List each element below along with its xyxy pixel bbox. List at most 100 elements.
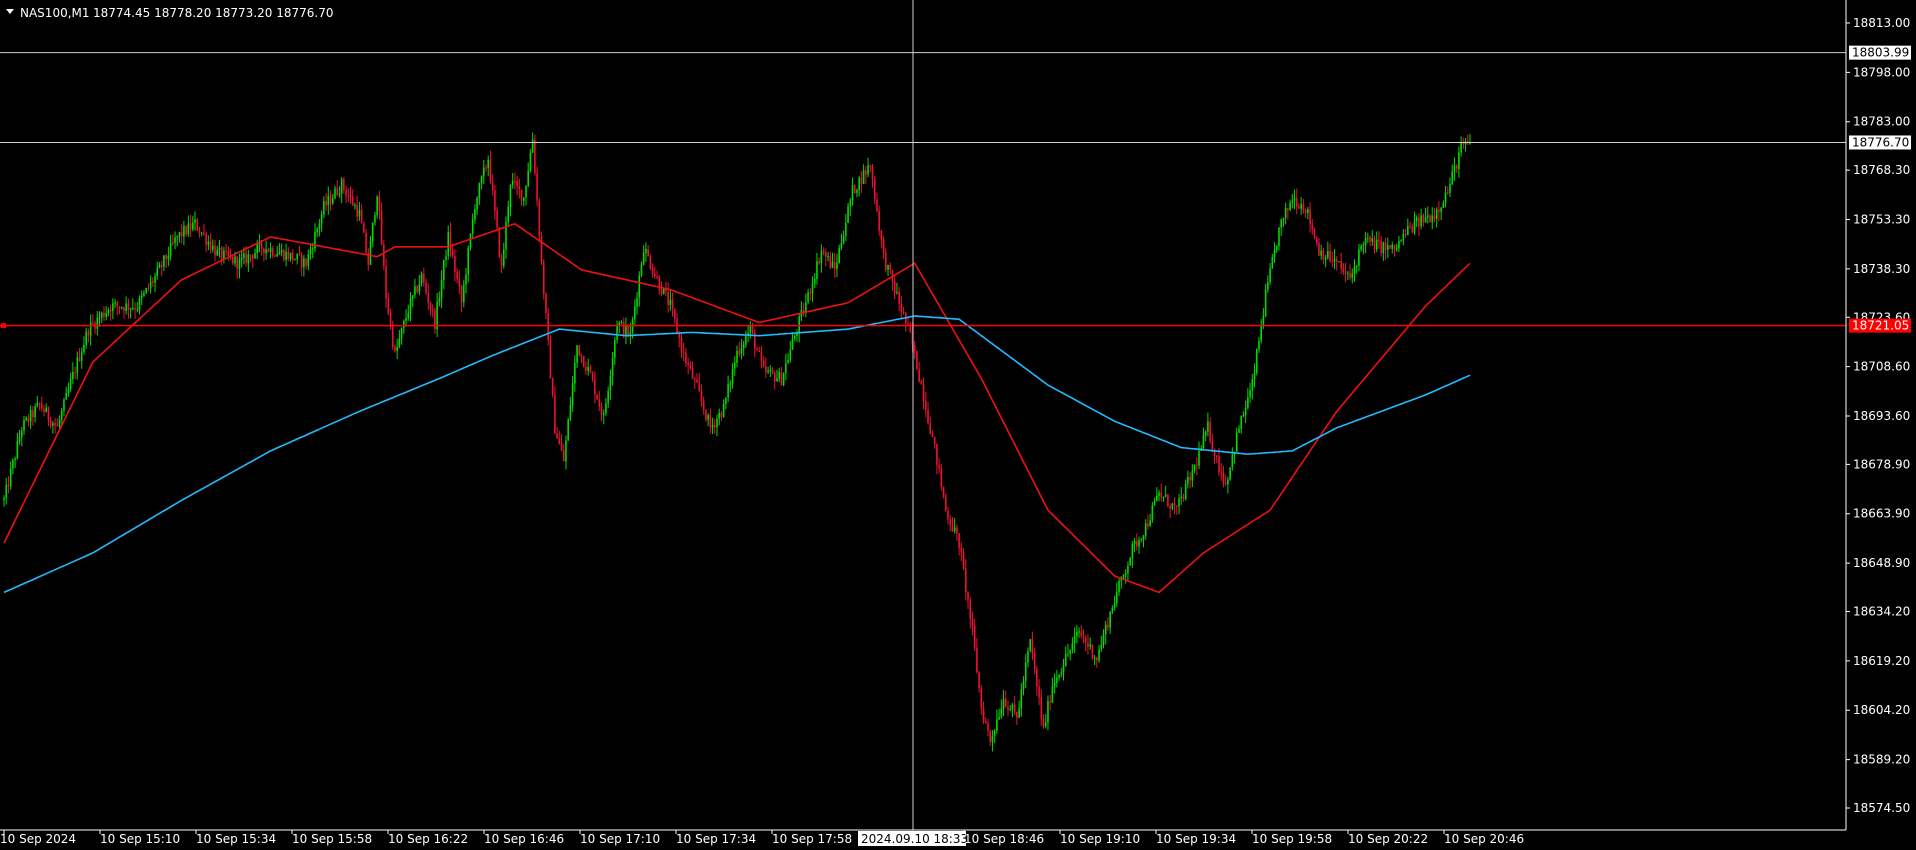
candle-body: [1449, 183, 1451, 194]
candle-body: [1402, 233, 1405, 241]
candle-body: [607, 390, 609, 404]
candle-body: [487, 159, 490, 168]
candle-body: [1389, 245, 1391, 249]
y-tick-label: 18574.50: [1853, 801, 1910, 815]
candle-body: [956, 527, 958, 534]
candle-body: [316, 228, 318, 232]
candle-body: [1360, 245, 1362, 250]
candle-body: [482, 167, 485, 177]
candle-body: [325, 201, 327, 206]
candle-body: [1007, 706, 1009, 710]
candle-body: [651, 268, 654, 274]
y-tick-label: 18604.20: [1853, 703, 1910, 717]
candle-body: [425, 282, 427, 293]
candle-body: [1340, 261, 1342, 269]
candle-body: [565, 440, 567, 462]
candle-body: [549, 339, 552, 379]
candle-body: [163, 255, 165, 268]
candle-body: [460, 286, 463, 303]
y-tick-label: 18768.30: [1853, 163, 1910, 177]
candle-body: [1253, 372, 1256, 380]
candle-body: [687, 363, 689, 365]
candle-body: [178, 232, 181, 237]
candle-body: [611, 357, 614, 377]
candle-body: [1073, 636, 1076, 644]
y-tick-label: 18619.20: [1853, 654, 1910, 668]
candle-body: [189, 223, 192, 230]
candle-body: [294, 259, 296, 261]
candle-body: [1295, 198, 1298, 207]
candle-body: [1380, 241, 1382, 254]
candle-body: [1462, 142, 1465, 145]
candle-body: [7, 484, 10, 487]
candle-body: [811, 283, 814, 294]
candle-body: [984, 720, 987, 723]
candle-body: [1347, 272, 1349, 274]
candle-body: [1204, 431, 1207, 436]
candle-body: [1051, 686, 1054, 703]
candle-body: [1211, 440, 1214, 451]
candle-body: [394, 346, 396, 351]
candle-body: [456, 271, 458, 280]
candle-body: [987, 722, 989, 731]
x-tick-label: 10 Sep 17:58: [772, 832, 852, 846]
candle-body: [827, 256, 829, 258]
candle-body: [605, 403, 607, 414]
candle-body: [207, 241, 210, 245]
price-chart[interactable]: 18813.00 18798.00 18783.00 18768.30 18753.30…: [0, 0, 1916, 850]
candle-body: [1078, 631, 1080, 633]
candle-body: [1147, 523, 1149, 527]
candle-body: [698, 382, 701, 391]
candle-body: [818, 261, 820, 264]
candle-body: [1100, 645, 1103, 650]
x-tick-label: 10 Sep 16:46: [484, 832, 564, 846]
candle-body: [1318, 242, 1320, 256]
candle-body: [1387, 245, 1389, 251]
candle-body: [878, 211, 880, 231]
level-handle-icon[interactable]: [1, 323, 6, 329]
candle-body: [16, 441, 19, 459]
candle-body: [893, 281, 896, 293]
candle-body: [307, 254, 310, 266]
candle-body: [280, 250, 283, 253]
candle-body: [114, 302, 116, 304]
candle-body: [1138, 539, 1140, 547]
candle-body: [194, 219, 196, 223]
candle-body: [1133, 540, 1136, 545]
candle-body: [1018, 708, 1020, 718]
candle-body: [123, 307, 125, 312]
candle-body: [1351, 273, 1354, 278]
candle-body: [1064, 654, 1067, 666]
candle-body: [1438, 209, 1440, 212]
candle-body: [209, 241, 212, 250]
candle-body: [627, 325, 629, 336]
candle-body: [809, 292, 812, 294]
candle-body: [973, 625, 976, 648]
candle-body: [494, 190, 496, 211]
candle-body: [625, 325, 627, 336]
candle-body: [1033, 653, 1036, 670]
candle-body: [707, 415, 709, 420]
candle-body: [1202, 435, 1205, 449]
candle-body: [509, 184, 512, 207]
candle-body: [949, 519, 952, 526]
candle-body: [1113, 603, 1116, 608]
candle-body: [54, 423, 56, 426]
candle-body: [700, 390, 703, 402]
x-tick-label: 10 Sep 18:46: [964, 832, 1044, 846]
candle-body: [218, 247, 221, 250]
candle-body: [245, 253, 247, 264]
x-tick-label: 10 Sep 20:46: [1444, 832, 1524, 846]
candle-body: [927, 409, 929, 423]
candle-body: [709, 415, 712, 428]
candle-body: [771, 369, 774, 373]
candle-body: [1182, 496, 1185, 500]
candle-body: [1022, 680, 1025, 690]
candle-body: [1207, 421, 1209, 432]
candle-body: [829, 256, 832, 268]
candle-body: [1235, 432, 1238, 452]
candle-body: [1289, 203, 1291, 211]
crosshair-price-tag: 18803.99: [1852, 46, 1909, 60]
candle-body: [1044, 722, 1047, 727]
candle-body: [1411, 226, 1414, 233]
